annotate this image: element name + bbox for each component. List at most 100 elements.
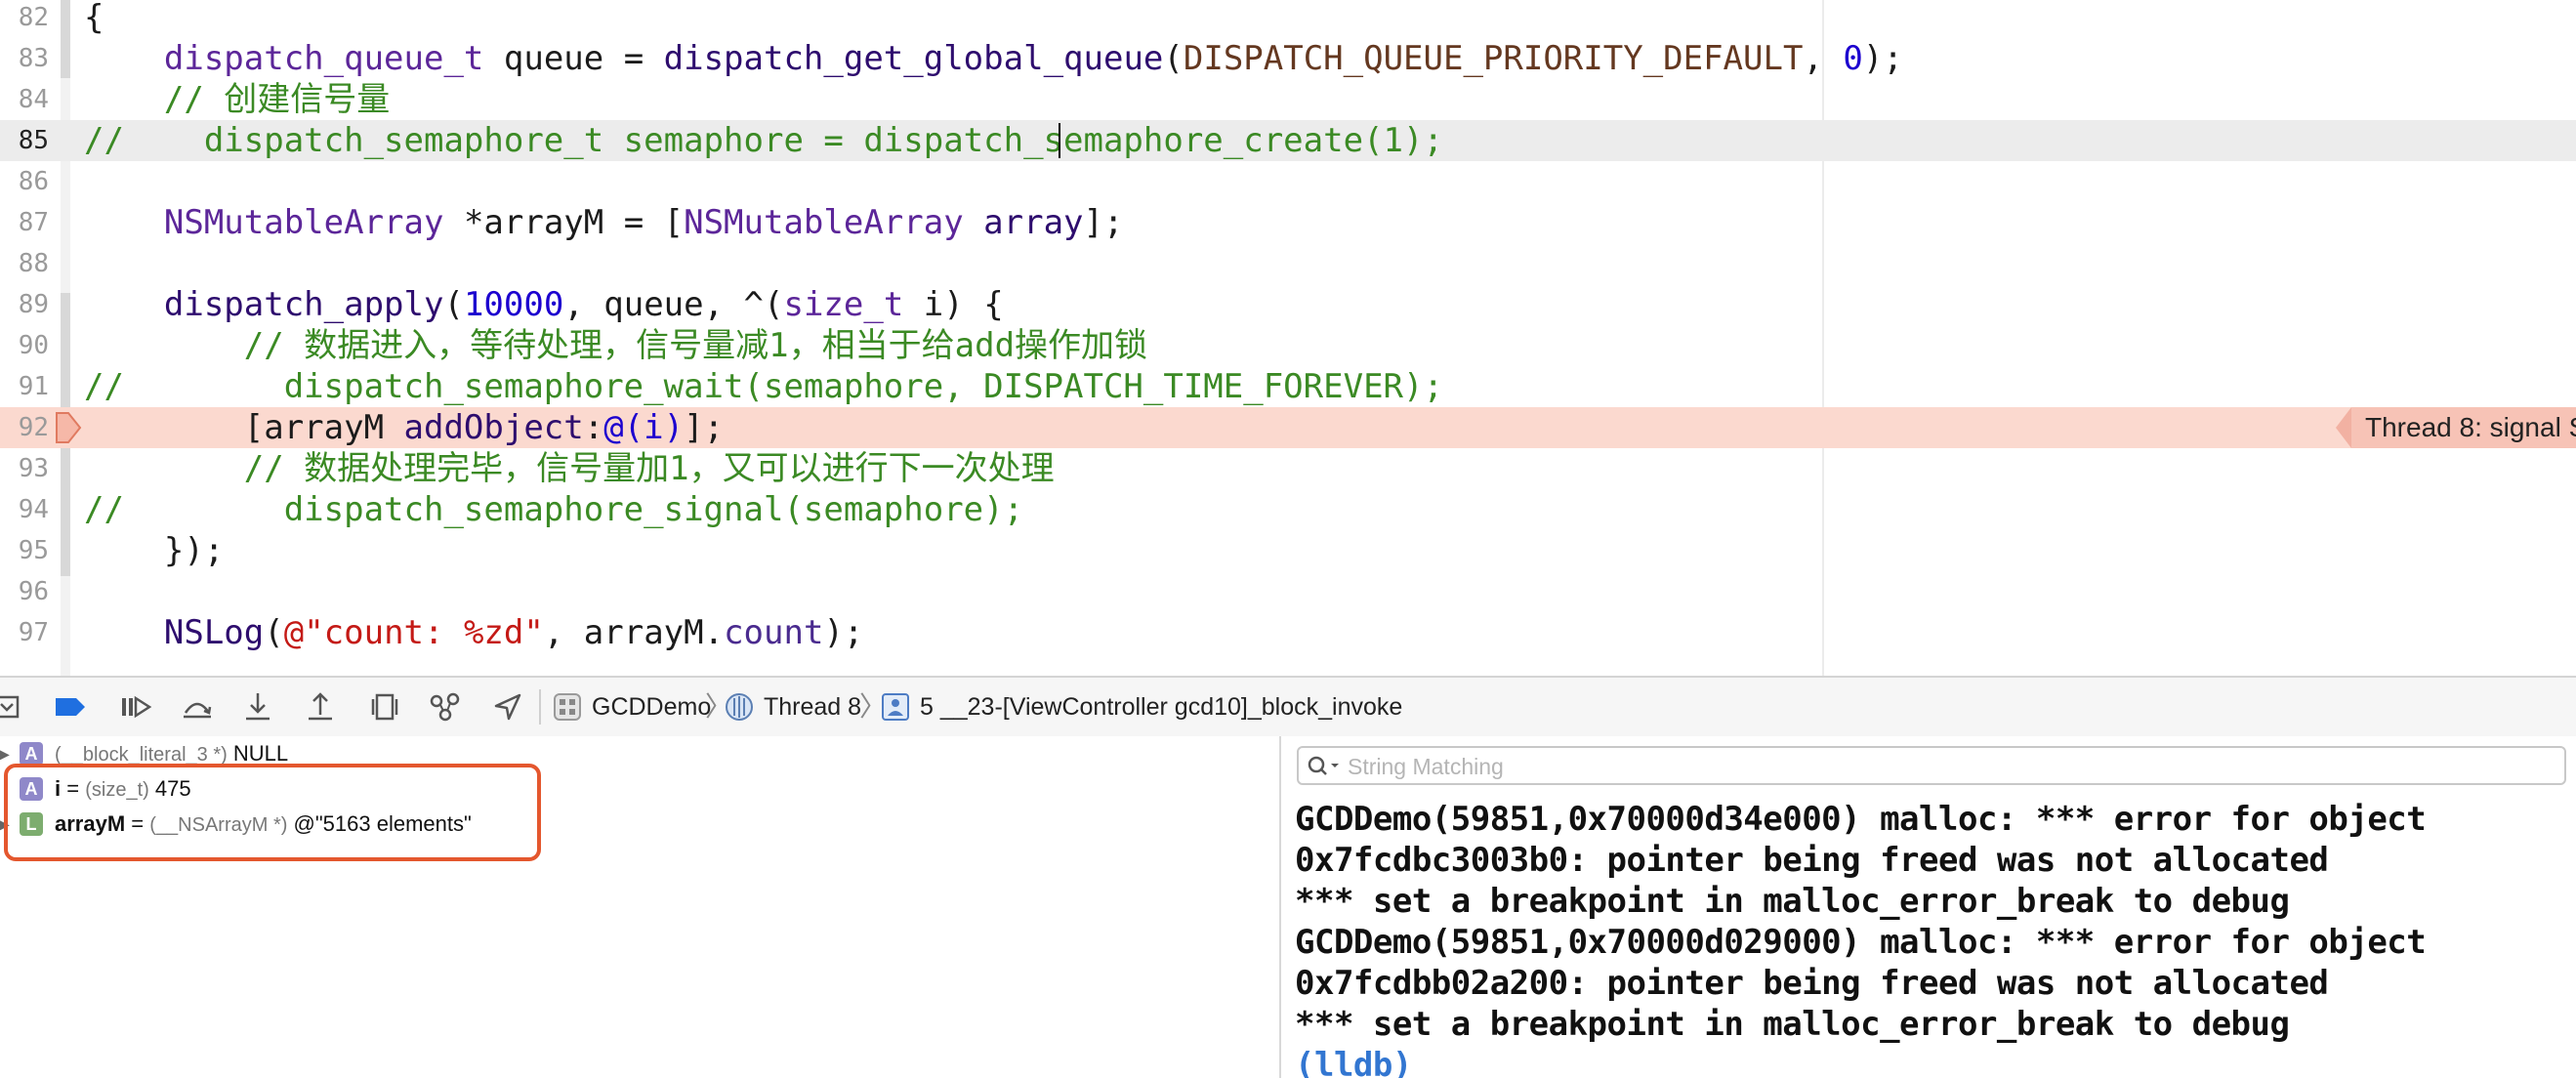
code-token: size_t [783,285,904,324]
line-number[interactable]: 84 [0,79,49,120]
code-line[interactable]: 96 [0,571,2576,612]
code-text[interactable]: // dispatch_semaphore_t semaphore = disp… [84,120,1443,161]
code-token: : [583,408,604,447]
code-token: 10000 [463,285,564,324]
console-view[interactable]: GCDDemo(59851,0x70000d34e000) malloc: **… [1279,736,2576,1078]
console-output[interactable]: GCDDemo(59851,0x70000d34e000) malloc: **… [1295,799,2574,1078]
code-line[interactable]: 86 [0,161,2576,202]
thread-icon [726,693,753,721]
code-line[interactable]: 97 NSLog(@"count: %zd", arrayM.count); [0,612,2576,653]
code-token: // dispatch_semaphore_wait(semaphore, DI… [84,367,1443,406]
line-number[interactable]: 85 [0,120,49,161]
line-number[interactable]: 87 [0,202,49,243]
code-line[interactable]: 87 NSMutableArray *arrayM = [NSMutableAr… [0,202,2576,243]
line-number[interactable]: 90 [0,325,49,366]
code-text[interactable]: // 数据进入，等待处理，信号量减1，相当于给add操作加锁 [84,325,1147,366]
line-number[interactable]: 97 [0,612,49,653]
code-line[interactable]: 82 { [0,0,2576,38]
line-number[interactable]: 94 [0,489,49,530]
code-line[interactable]: 91 // dispatch_semaphore_wait(semaphore, … [0,366,2576,407]
code-line[interactable]: 95 }); [0,530,2576,571]
code-text[interactable]: // dispatch_semaphore_signal(semaphore); [84,489,1023,530]
line-number[interactable]: 88 [0,243,49,284]
thread-status-banner[interactable]: Thread 8: signal SIGABRT [2336,407,2576,448]
code-token: count [724,613,824,652]
line-number[interactable]: 96 [0,571,49,612]
code-token: NSMutableArray [163,203,444,242]
code-token: }); [84,531,225,570]
step-over-icon [184,702,212,719]
code-text[interactable]: // 数据处理完毕，信号量加1，又可以进行下一次处理 [84,448,1055,489]
code-line[interactable]: 84 // 创建信号量 [0,79,2576,120]
breadcrumb-frame-label: 5 __23-[ViewController gcd10]_block_invo… [920,693,1403,721]
line-number[interactable]: 83 [0,38,49,79]
step-over-button[interactable] [180,689,215,725]
code-token: ]; [1083,203,1124,242]
code-token: ); [1862,39,1903,78]
line-number[interactable]: 82 [0,0,49,38]
code-line[interactable]: 90 // 数据进入，等待处理，信号量减1，相当于给add操作加锁 [0,325,2576,366]
memory-graph-button[interactable] [428,689,463,725]
code-token: @(i) [603,408,685,447]
search-icon[interactable] [1305,753,1344,780]
code-line-breakpoint[interactable]: 92 [arrayM addObject:@(i)]; [0,407,2576,448]
search-input[interactable] [1346,750,2521,783]
line-number[interactable]: 93 [0,448,49,489]
code-token: // 数据进入，等待处理，信号量减1，相当于给add操作加锁 [84,326,1148,365]
code-token: , [1803,39,1844,78]
code-line-current[interactable]: 85 // dispatch_semaphore_t semaphore = di… [0,120,2576,161]
simulate-location-button[interactable] [490,689,525,725]
step-into-button[interactable] [240,689,275,725]
hide-debug-area-button[interactable] [0,689,25,725]
step-out-button[interactable] [303,689,338,725]
toolbar-divider [539,689,541,725]
code-text[interactable]: dispatch_queue_t queue = dispatch_get_gl… [84,38,1903,79]
code-token: ]; [684,408,725,447]
code-text[interactable]: [arrayM addObject:@(i)]; [84,407,724,448]
code-line[interactable]: 88 [0,243,2576,284]
code-token: NSMutableArray [684,203,964,242]
breadcrumb-thread-label: Thread 8 [764,693,862,721]
source-editor[interactable]: 82 {83 dispatch_queue_t queue = dispatch_… [0,0,2576,676]
code-text[interactable]: NSMutableArray *arrayM = [NSMutableArray… [84,202,1124,243]
code-line[interactable]: 83 dispatch_queue_t queue = dispatch_get… [0,38,2576,79]
code-token: [arrayM [84,408,404,447]
code-line[interactable]: 89 dispatch_apply(10000, queue, ^(size_t… [0,284,2576,325]
line-number[interactable]: 86 [0,161,49,202]
console-line: 0x7fcdbc3003b0: pointer being freed was … [1295,841,2329,880]
continue-button[interactable] [117,689,152,725]
code-text[interactable]: // dispatch_semaphore_wait(semaphore, DI… [84,366,1443,407]
code-text[interactable]: { [84,0,104,38]
code-text[interactable]: }); [84,530,224,571]
code-text[interactable]: // 创建信号量 [84,79,390,120]
line-number[interactable]: 92 [0,407,49,448]
debug-view-hierarchy-button[interactable] [367,689,402,725]
code-line[interactable]: 93 // 数据处理完毕，信号量加1，又可以进行下一次处理 [0,448,2576,489]
debug-view-hierarchy-icon [371,693,398,721]
continue-icon [122,695,152,719]
code-token: { [84,0,104,37]
code-token: addObject [403,408,584,447]
banner-arrow-icon [2336,407,2351,448]
line-number[interactable]: 89 [0,284,49,325]
code-text[interactable]: NSLog(@"count: %zd", arrayM.count); [84,612,864,653]
breadcrumb-app-label: GCDDemo [592,693,712,721]
code-token: // dispatch_semaphore_signal(semaphore); [84,490,1024,529]
simulate-location-icon [494,693,521,721]
code-line[interactable]: 94 // dispatch_semaphore_signal(semaphore… [0,489,2576,530]
lldb-prompt[interactable]: (lldb) [1295,1045,2574,1078]
instruction-pointer-icon[interactable] [55,407,82,448]
stack-frame-icon [882,693,909,721]
variable-type: (__block_literal_3 *) [55,744,228,766]
breakpoints-toggle-button[interactable] [53,689,88,725]
line-number[interactable]: 95 [0,530,49,571]
console-filter-field[interactable] [1297,746,2566,785]
code-token: NSLog [163,613,265,652]
line-number[interactable]: 91 [0,366,49,407]
code-token: @"count: %zd" [283,613,544,652]
code-text[interactable]: dispatch_apply(10000, queue, ^(size_t i)… [84,284,1004,325]
code-token: ); [823,613,864,652]
